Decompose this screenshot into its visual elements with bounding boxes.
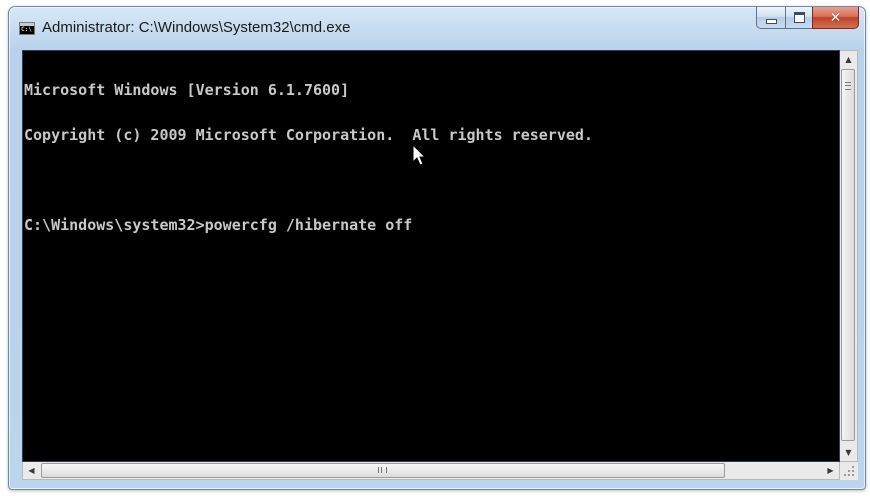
- scroll-left-icon: ◀: [28, 466, 35, 475]
- caption-buttons: ✕: [756, 7, 859, 29]
- scroll-down-icon: ▼: [845, 448, 852, 457]
- minimize-icon: [765, 18, 777, 24]
- vertical-scroll-thumb[interactable]: [841, 69, 855, 441]
- mouse-pointer-icon: [412, 143, 428, 173]
- vertical-scrollbar[interactable]: ▲ ▼: [840, 50, 858, 462]
- minimize-button[interactable]: [756, 7, 785, 29]
- console-area[interactable]: Microsoft Windows [Version 6.1.7600] Cop…: [22, 50, 840, 462]
- maximize-button[interactable]: [785, 7, 812, 29]
- scroll-down-button[interactable]: ▼: [840, 444, 857, 461]
- horizontal-scroll-thumb[interactable]: [41, 463, 725, 478]
- cmd-icon[interactable]: C:\: [19, 22, 35, 35]
- grip-icon: [845, 82, 851, 90]
- title-bar[interactable]: C:\ Administrator: C:\Windows\System32\c…: [9, 7, 865, 49]
- console-line: Microsoft Windows [Version 6.1.7600]: [24, 81, 350, 99]
- scroll-up-button[interactable]: ▲: [840, 51, 857, 68]
- scroll-right-icon: ▶: [827, 466, 834, 475]
- console-line: Copyright (c) 2009 Microsoft Corporation…: [24, 126, 593, 144]
- close-button[interactable]: ✕: [812, 7, 859, 29]
- scroll-up-icon: ▲: [845, 55, 852, 64]
- horizontal-scrollbar[interactable]: ◀ ▶: [22, 462, 840, 480]
- console-output: Microsoft Windows [Version 6.1.7600] Cop…: [24, 53, 593, 263]
- maximize-icon: [793, 12, 805, 23]
- grip-icon: [378, 467, 387, 473]
- command-prompt-line: C:\Windows\system32>powercfg /hibernate …: [24, 216, 413, 234]
- window-title: Administrator: C:\Windows\System32\cmd.e…: [42, 19, 351, 36]
- scroll-left-button[interactable]: ◀: [23, 462, 40, 479]
- scroll-right-button[interactable]: ▶: [822, 462, 839, 479]
- resize-grip-icon[interactable]: [840, 462, 858, 480]
- close-icon: ✕: [829, 9, 842, 26]
